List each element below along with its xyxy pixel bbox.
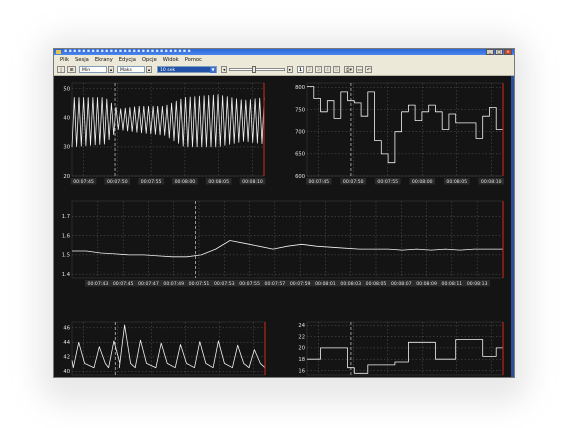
undo-icon[interactable]: ↶: [365, 66, 372, 73]
x-tick-label: 00:07:49: [163, 281, 184, 287]
y-tick-label: 1.4: [62, 272, 71, 278]
x-tick-label: 00:08:10: [481, 179, 502, 185]
application-window: ▪ ▪ ▪ ▪ ▪ ▪ ▪ ▪ ▪ ▪ ▪ ▪ ▪ ▪ ▪ ▪ ▪ ▪ ▪ ▪ …: [53, 48, 515, 378]
y-tick-label: 30: [63, 145, 70, 151]
y-tick-label: 44: [63, 340, 70, 346]
y-tick-label: 600: [295, 174, 305, 180]
min-stepper[interactable]: ▴: [108, 66, 114, 73]
charts-pane: 50 40 30 20 00:07:45 00:07:50 00:07:55 00:08:00…: [54, 76, 514, 377]
x-tick-label: 00:08:03: [340, 281, 361, 287]
x-tick-label: 00:07:50: [107, 179, 128, 185]
chart-middle: 1.7 1.6 1.5 1.4 00:07:43 00:07:45 00:07:47 00:0…: [62, 200, 504, 287]
y-tick-label: 700: [295, 130, 305, 136]
page-button-3[interactable]: 3: [315, 66, 322, 73]
x-tick-label: 00:08:01: [315, 281, 336, 287]
window-icon[interactable]: ▭: [356, 66, 363, 73]
x-tick-label: 00:07:55: [377, 179, 398, 185]
menu-bar: Plik Sesja Ekrany Edycja Opcje Widok Pom…: [54, 55, 514, 64]
plot-area: [306, 82, 504, 177]
time-slider-track[interactable]: [229, 68, 285, 71]
x-tick-label: 00:08:10: [242, 179, 263, 185]
x-tick-label: 00:08:00: [175, 179, 196, 185]
charts-canvas: 5040302000:07:45 00:07:50 00:07:55 00:08:00…: [62, 82, 505, 376]
page-button-2[interactable]: 2: [306, 66, 313, 73]
scroll-left-button[interactable]: ◂: [221, 66, 227, 73]
page-button-5[interactable]: 5: [333, 66, 340, 73]
x-tick-label: 00:07:55: [239, 281, 260, 287]
x-tick-label: 00:08:13: [467, 281, 488, 287]
x-tick-label: 00:08:05: [446, 179, 467, 185]
printer-icon[interactable]: ⎙▾: [344, 66, 354, 73]
y-tick-label: 42: [63, 355, 70, 361]
app-icon: [56, 50, 61, 54]
y-tick-label: 16: [298, 368, 305, 374]
y-tick-label: 1.6: [62, 233, 70, 239]
max-field[interactable]: Maks: [117, 66, 145, 73]
toolbar-button-first[interactable]: |: [57, 66, 65, 73]
menu-edycja[interactable]: Edycja: [119, 57, 136, 63]
y-tick-label: 22: [298, 334, 305, 340]
channel-select[interactable]: 10 sek ▼: [157, 66, 217, 73]
menu-opcje[interactable]: Opcje: [142, 57, 157, 63]
menu-pomoc[interactable]: Pomoc: [185, 57, 202, 63]
x-tick-label: 00:08:07: [391, 281, 412, 287]
menu-ekrany[interactable]: Ekrany: [95, 57, 113, 63]
x-tick-label: 00:08:09: [416, 281, 437, 287]
y-tick-label: 50: [63, 87, 70, 93]
menu-plik[interactable]: Plik: [60, 57, 69, 63]
toolbar: | ⊞ Min ▴ Maks ▴ 10 sek ▼ ◂ ▸ 1 2 3 4 5 …: [54, 64, 514, 76]
channel-select-value: 10 sek: [160, 68, 176, 73]
chart-top-left: 50 40 30 2000:07:45 00:07:50 00:07:55 00:08:00…: [63, 82, 266, 185]
y-tick-label: 20: [63, 174, 70, 180]
chart-top-right: 800 750 700 650 60000:07:45 00:07:50 00:07:55 0…: [295, 82, 505, 185]
x-tick-label: 00:07:45: [113, 281, 134, 287]
x-tick-label: 00:07:45: [73, 179, 94, 185]
time-slider-thumb[interactable]: [252, 66, 256, 73]
y-tick-label: 650: [295, 152, 305, 158]
toolbar-button-view[interactable]: ⊞: [67, 66, 76, 73]
menu-widok[interactable]: Widok: [163, 57, 179, 63]
chart-bottom-left: 4644424000:07:4500:07:5000:07:5500:08:00…: [63, 321, 266, 376]
plot-area: [71, 321, 266, 376]
plot-area: [71, 200, 504, 279]
x-tick-label: 00:07:51: [189, 281, 210, 287]
x-tick-label: 00:07:43: [88, 281, 109, 287]
y-tick-label: 40: [63, 369, 70, 375]
y-tick-label: 18: [298, 357, 305, 363]
y-tick-label: 24: [298, 323, 305, 329]
x-tick-label: 00:08:05: [208, 179, 229, 185]
chevron-down-icon: ▼: [210, 67, 216, 73]
x-tick-label: 00:07:47: [138, 281, 159, 287]
x-tick-label: 00:07:50: [343, 179, 364, 185]
menu-sesja[interactable]: Sesja: [75, 57, 89, 63]
x-tick-label: 00:07:55: [141, 179, 162, 185]
x-tick-label: 00:08:00: [412, 179, 433, 185]
min-field[interactable]: Min: [79, 66, 107, 73]
x-tick-label: 00:07:45: [308, 179, 329, 185]
y-tick-label: 40: [63, 116, 70, 122]
x-tick-label: 00:07:57: [265, 281, 286, 287]
plot-area: [306, 321, 504, 376]
x-tick-label: 00:07:59: [290, 281, 311, 287]
right-border-strip: [511, 76, 514, 377]
page-button-4[interactable]: 4: [324, 66, 331, 73]
y-tick-label: 1.5: [62, 253, 70, 259]
page-button-1[interactable]: 1: [297, 66, 304, 73]
y-tick-label: 800: [295, 85, 305, 91]
y-tick-label: 750: [295, 107, 305, 113]
y-tick-label: 46: [63, 326, 70, 332]
y-tick-label: 1.7: [62, 214, 70, 220]
chart-bottom-right: 242220181600:07:4500:07:5000:07:5500:08:…: [298, 321, 504, 376]
x-tick-label: 00:08:11: [442, 281, 463, 287]
scroll-right-button[interactable]: ▸: [287, 66, 293, 73]
y-tick-label: 20: [298, 346, 305, 352]
x-tick-label: 00:07:53: [214, 281, 235, 287]
x-tick-label: 00:08:05: [366, 281, 387, 287]
max-stepper[interactable]: ▴: [146, 66, 152, 73]
